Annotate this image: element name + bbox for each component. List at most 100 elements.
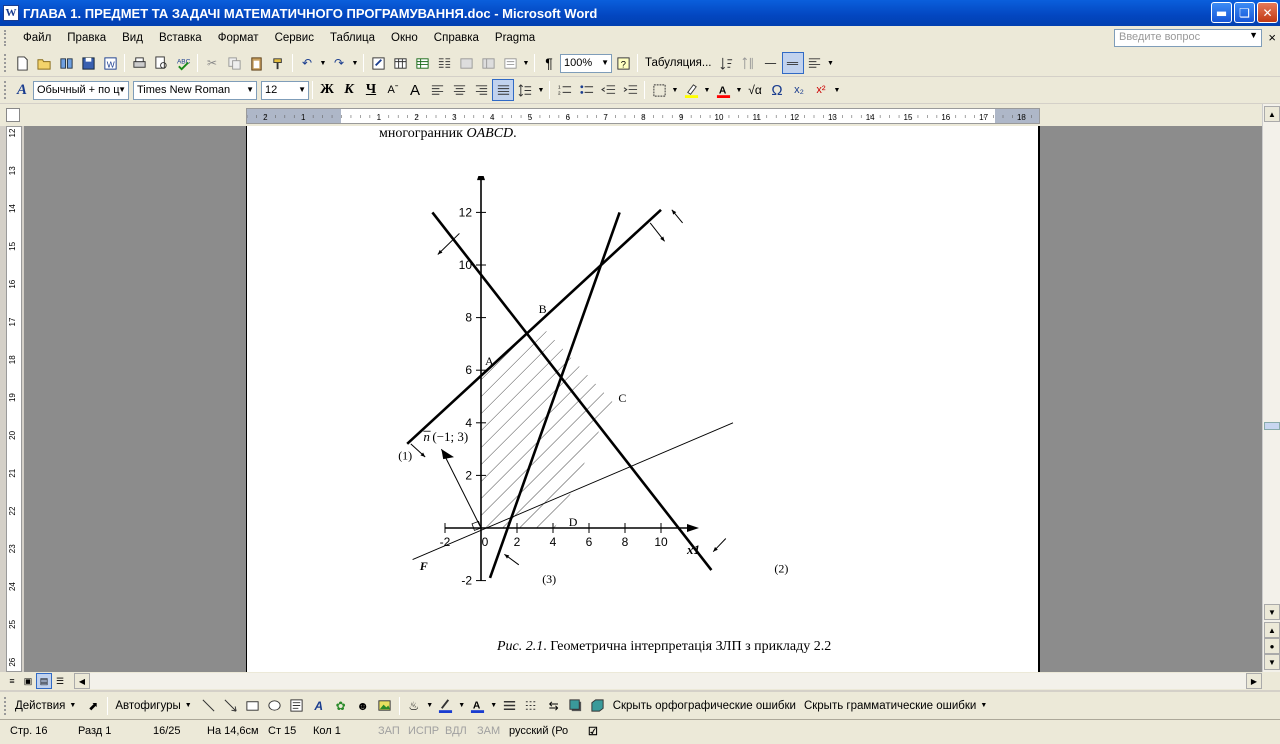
reading-layout-dropdown[interactable]: ▼	[521, 52, 531, 74]
previous-page-button[interactable]: ▲	[1264, 622, 1280, 638]
print-preview-button[interactable]	[150, 52, 172, 74]
3d-style-button[interactable]	[587, 695, 609, 717]
autoshapes-menu[interactable]: Автофигуры	[111, 700, 184, 712]
toolbar-options-button[interactable]: ▼	[826, 52, 836, 74]
wordart-button[interactable]: A	[308, 695, 330, 717]
format-painter-button[interactable]	[267, 52, 289, 74]
redo-button[interactable]: ↷	[328, 52, 350, 74]
horizontal-ruler[interactable]: 2 1 1 2 3 4 5 6 7 8 9 10 11 12 13 14 15 16 17 18	[246, 108, 1040, 124]
document-page[interactable]: многогранник OABCD. -2 0 2 4 6 8 10 -2 2 4 6 8 10 12 x…	[246, 126, 1040, 672]
hide-grammar-errors-button[interactable]: Скрыть грамматические ошибки	[800, 700, 980, 712]
status-overtype[interactable]: ЗАМ	[477, 725, 500, 737]
insert-excel-button[interactable]	[411, 52, 433, 74]
highlight-dropdown[interactable]: ▼	[702, 79, 712, 101]
format-toolbar-options[interactable]: ▼	[832, 79, 842, 101]
numbering-button[interactable]: 12	[553, 79, 575, 101]
doc-close-icon[interactable]: ×	[1268, 30, 1276, 45]
highlight-button[interactable]	[680, 79, 702, 101]
scroll-thumb[interactable]	[1264, 422, 1280, 430]
help-search-input[interactable]: Введите вопрос ▼	[1114, 29, 1262, 47]
line-color-dropdown[interactable]: ▼	[457, 695, 467, 717]
fill-color-dropdown[interactable]: ▼	[425, 695, 435, 717]
borders-button[interactable]	[648, 79, 670, 101]
bold-button[interactable]: Ж	[316, 79, 338, 101]
align-left-button[interactable]	[426, 79, 448, 101]
close-button[interactable]: ✕	[1257, 2, 1278, 23]
email-button[interactable]: W	[99, 52, 121, 74]
status-language[interactable]: русский (Ро	[509, 725, 568, 737]
clipart-button[interactable]: ☻	[352, 695, 374, 717]
arrow-tool-button[interactable]	[220, 695, 242, 717]
normal-view-button[interactable]: ≡	[4, 673, 20, 689]
show-hide-button[interactable]: ¶	[538, 52, 560, 74]
next-page-button[interactable]: ▼	[1264, 654, 1280, 670]
menu-view[interactable]: Вид	[114, 32, 151, 44]
chevron-down-icon[interactable]: ▼	[185, 702, 192, 709]
borders-dropdown[interactable]: ▼	[670, 79, 680, 101]
line-style-button[interactable]	[499, 695, 521, 717]
styles-pane-button[interactable]: A	[11, 79, 33, 101]
draw-font-color-dropdown[interactable]: ▼	[489, 695, 499, 717]
scroll-left-button[interactable]: ◀	[74, 673, 90, 689]
menu-format[interactable]: Формат	[210, 32, 267, 44]
toolbar-grip[interactable]	[4, 696, 7, 715]
select-objects-button[interactable]: ⬈	[82, 695, 104, 717]
menu-help[interactable]: Справка	[426, 32, 487, 44]
spelling-status-icon[interactable]: ☑	[588, 725, 598, 738]
spelling-button[interactable]: ABC	[172, 52, 194, 74]
border-line-button[interactable]	[781, 52, 804, 74]
equation-button[interactable]: √α	[744, 79, 766, 101]
web-view-button[interactable]: ▣	[20, 673, 36, 689]
superscript-button[interactable]: x²	[810, 79, 832, 101]
fill-color-button[interactable]: ♨	[403, 695, 425, 717]
outline-view-button[interactable]: ☰	[52, 673, 68, 689]
font-color-dropdown[interactable]: ▼	[734, 79, 744, 101]
toolbar-grip[interactable]	[4, 81, 7, 99]
save-button[interactable]	[77, 52, 99, 74]
print-button[interactable]	[128, 52, 150, 74]
oval-tool-button[interactable]	[264, 695, 286, 717]
status-record[interactable]: ЗАП	[378, 725, 400, 737]
columns-button[interactable]	[433, 52, 455, 74]
sort-ascending-button[interactable]	[716, 52, 738, 74]
chevron-down-icon[interactable]: ▼	[69, 702, 76, 709]
draw-font-color-button[interactable]: A	[467, 695, 489, 717]
document-map-button[interactable]	[477, 52, 499, 74]
menu-grip[interactable]	[4, 30, 7, 46]
drawing-button[interactable]	[455, 52, 477, 74]
bullets-button[interactable]	[575, 79, 597, 101]
print-layout-button[interactable]: ▤	[36, 673, 52, 689]
diagram-button[interactable]: ✿	[330, 695, 352, 717]
font-color-button[interactable]: A	[712, 79, 734, 101]
word-app-icon[interactable]: W	[3, 5, 19, 21]
menu-edit[interactable]: Правка	[59, 32, 114, 44]
shrink-font-button[interactable]: Aˉ	[382, 79, 404, 101]
tab-selector[interactable]	[6, 108, 20, 122]
chevron-down-icon[interactable]: ▼	[980, 702, 987, 709]
font-select[interactable]: Times New Roman ▼	[133, 80, 257, 100]
restore-button[interactable]: ❏	[1234, 2, 1255, 23]
underline-button[interactable]: Ч	[360, 79, 382, 101]
cut-button[interactable]: ✂	[201, 52, 223, 74]
scroll-right-button[interactable]: ▶	[1246, 673, 1262, 689]
hyperlink-button[interactable]	[367, 52, 389, 74]
status-extend[interactable]: ВДЛ	[445, 725, 467, 737]
browse-object-button[interactable]: ●	[1264, 638, 1280, 654]
permission-button[interactable]	[55, 52, 77, 74]
menu-file[interactable]: Файл	[15, 32, 59, 44]
line-tool-button[interactable]	[198, 695, 220, 717]
italic-button[interactable]: К	[338, 79, 360, 101]
status-track-changes[interactable]: ИСПР	[408, 725, 439, 737]
symbol-button[interactable]: Ω	[766, 79, 788, 101]
tables-borders-button[interactable]	[389, 52, 411, 74]
open-button[interactable]	[33, 52, 55, 74]
subscript-button[interactable]: x₂	[788, 79, 810, 101]
menu-tools[interactable]: Сервис	[267, 32, 322, 44]
vertical-ruler[interactable]: 12 13 14 15 16 17 18 19 20 21 22 23 24 25 26	[6, 126, 22, 672]
sort-descending-button[interactable]	[738, 52, 760, 74]
align-center-button[interactable]	[448, 79, 470, 101]
style-select[interactable]: Обычный + по ц ▼	[33, 80, 129, 100]
dash-style-button[interactable]	[521, 695, 543, 717]
textbox-tool-button[interactable]	[286, 695, 308, 717]
chart-figure[interactable]: -20246810-224681012x1x2(1)(2)(3)Fn(−1; 3…	[379, 176, 939, 616]
